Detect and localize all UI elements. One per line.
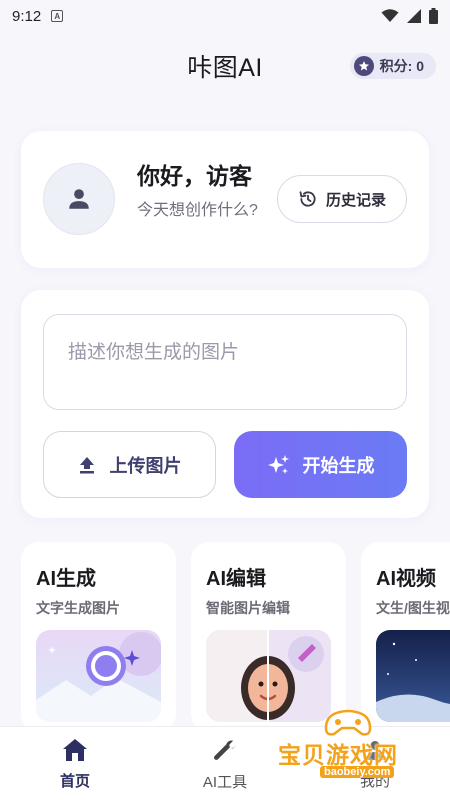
welcome-card: 你好，访客 今天想创作什么? 历史记录 [21,131,429,268]
upload-button-label: 上传图片 [109,455,182,476]
tool-subtitle: 文字生成图片 [36,600,120,616]
tool-subtitle: 文生/图生视频 [376,600,450,616]
user-icon [69,189,89,209]
history-button-label: 历史记录 [325,191,386,209]
history-button[interactable]: 历史记录 [277,175,407,223]
nav-item-ai-tools[interactable]: AI工具 [170,727,280,800]
tools-carousel[interactable]: AI生成 文字生成图片 AI编辑 智能图片编辑 AI视频 文生/图生视 [21,542,450,732]
greeting-subtitle: 今天想创作什么? [137,202,258,219]
points-label: 积分: 0 [379,58,424,74]
notification-icon: A [51,10,64,22]
wrench-icon [214,740,237,760]
nav-item-home[interactable]: 首页 [20,727,130,800]
history-icon [299,191,316,207]
prompt-placeholder: 描述你想生成的图片 [68,342,240,363]
start-button-label: 开始生成 [302,455,375,476]
tool-subtitle: 智能图片编辑 [206,600,290,616]
wifi-icon [381,9,399,22]
nav-label: 首页 [59,772,90,790]
home-icon [63,738,87,761]
app-header: 咔图AI 积分: 0 [0,40,450,92]
sparkle-icon [267,454,289,474]
tool-title: AI生成 [36,568,96,590]
tool-title: AI视频 [376,568,436,590]
tool-title: AI编辑 [206,568,266,590]
generator-card: 描述你想生成的图片 上传图片 开始生成 [21,290,429,518]
tool-card-ai-generate[interactable]: AI生成 文字生成图片 [21,542,176,732]
person-icon [366,740,384,760]
status-bar: 9:12 A [0,0,450,32]
tool-card-ai-video[interactable]: AI视频 文生/图生视频 [361,542,450,732]
start-generate-button[interactable]: 开始生成 [234,431,407,498]
upload-image-button[interactable]: 上传图片 [43,431,216,498]
greeting-title: 你好，访客 [137,163,252,189]
prompt-input[interactable]: 描述你想生成的图片 [43,314,407,410]
tool-card-ai-edit[interactable]: AI编辑 智能图片编辑 [191,542,346,732]
star-icon [353,56,374,76]
signal-icon [407,9,421,23]
nav-item-mine[interactable]: 我的 [320,727,430,800]
nav-label: AI工具 [202,773,248,791]
upload-icon [79,456,94,473]
ai-video-illustration [376,630,450,722]
points-badge[interactable]: 积分: 0 [349,53,436,79]
battery-icon [429,8,438,24]
ai-generate-illustration [36,630,161,722]
ai-edit-illustration [206,630,331,722]
avatar[interactable] [43,163,115,235]
bottom-navigation: 首页 AI工具 我的 [0,726,450,800]
nav-label: 我的 [359,772,390,790]
app-title: 咔图AI [187,54,263,82]
status-time: 9:12 [12,7,42,25]
